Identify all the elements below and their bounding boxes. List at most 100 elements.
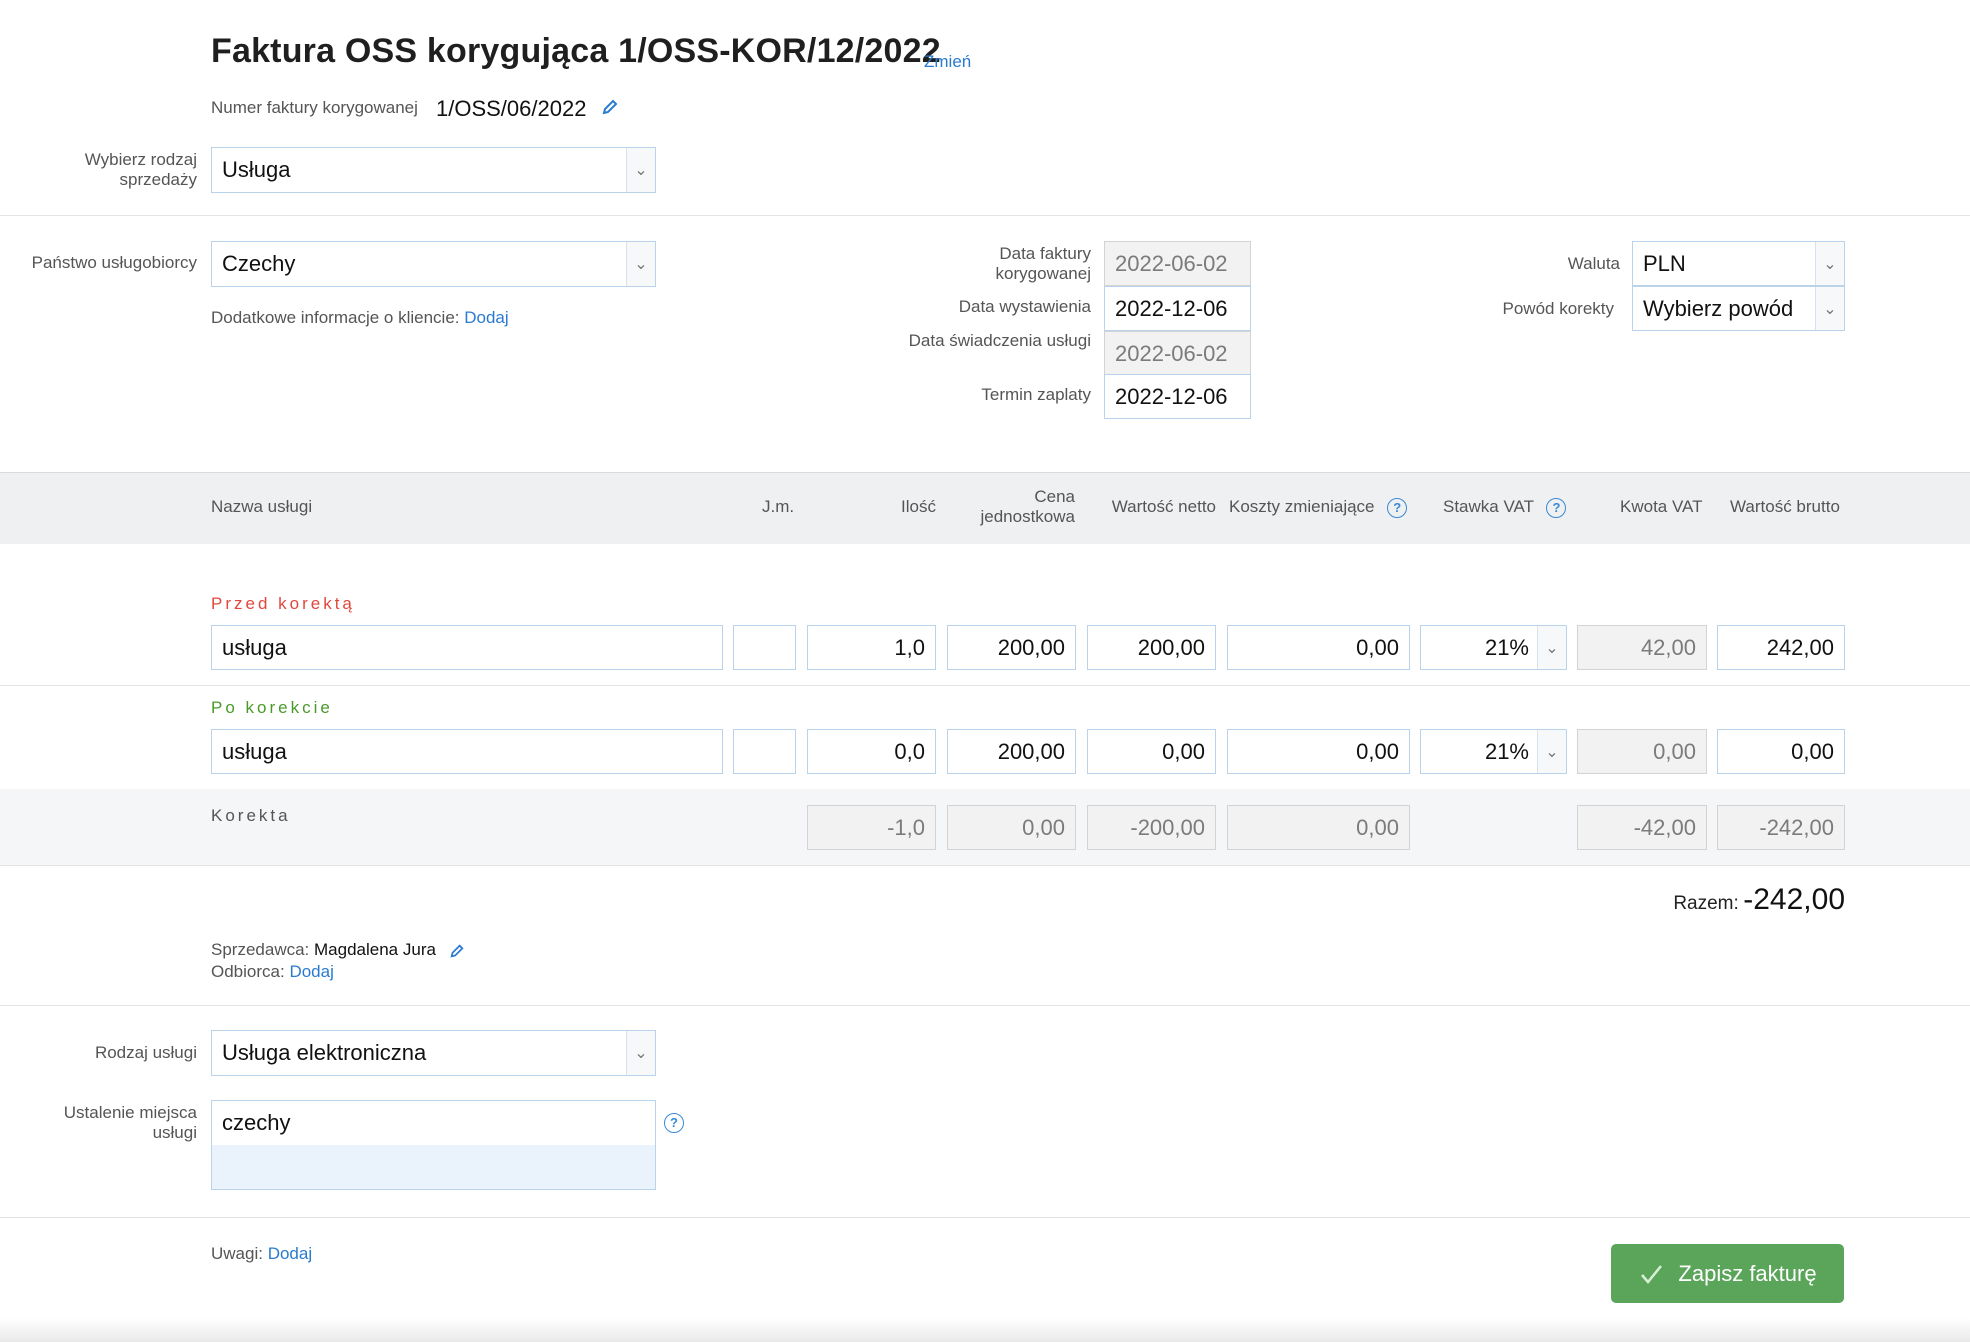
buyer-row: Odbiorca: Dodaj [211,962,334,982]
after-name-input[interactable]: usługa [211,729,723,774]
reason-label: Powód korekty [1502,299,1615,318]
after-vat-amount-field: 0,00 [1577,729,1707,774]
notes-label: Uwagi: [211,1244,263,1263]
before-gross-input[interactable]: 242,00 [1717,625,1845,670]
chevron-down-icon: ⌄ [626,1031,655,1075]
correction-qty-field: -1,0 [807,805,936,850]
before-name-input[interactable]: usługa [211,625,723,670]
help-icon[interactable]: ? [664,1113,684,1133]
correction-costs-field: 0,00 [1227,805,1410,850]
sale-type-label: Wybierz rodzaj sprzedaży [84,150,197,189]
sale-type-value: Usługa [222,157,291,182]
seller-value: Magdalena Jura [314,940,436,959]
currency-label: Waluta [1567,254,1620,273]
sale-type-select[interactable]: Usługa ⌄ [211,147,656,193]
col-name: Nazwa usługi [211,497,313,516]
col-vat-rate: Stawka VAT ? [1443,497,1567,518]
payment-term-input[interactable]: 2022-12-06 [1104,374,1251,419]
after-gross-input[interactable]: 0,00 [1717,729,1845,774]
before-vat-amount-field: 42,00 [1577,625,1707,670]
service-date-field: 2022-06-02 [1104,331,1251,376]
change-invoice-type-link[interactable]: Zmień [924,52,971,72]
divider [0,1005,1970,1006]
correction-net-field: -200,00 [1087,805,1216,850]
before-qty-input[interactable]: 1,0 [807,625,936,670]
extra-client-info-add-link[interactable]: Dodaj [464,308,508,327]
save-invoice-label: Zapisz fakturę [1678,1260,1817,1286]
before-vat-rate-value: 21% [1484,634,1529,660]
before-correction-label: Przed korektą [211,594,355,613]
extra-client-info-label: Dodatkowe informacje o kliencie: [211,308,460,327]
col-vat-amount: Kwota VAT [1620,497,1703,516]
after-vat-rate-select[interactable]: 21% ⌄ [1420,729,1567,774]
service-place-input[interactable]: czechy [211,1100,656,1146]
corrected-date-label: Data faktury korygowanej [995,244,1091,283]
after-unit-input[interactable] [733,729,796,774]
pencil-icon[interactable] [449,940,465,959]
help-icon[interactable]: ? [1387,497,1408,518]
service-type-value: Usługa elektroniczna [222,1040,427,1065]
before-costs-input[interactable]: 0,00 [1227,625,1410,670]
col-unit-price: Cena jednostkowa [980,487,1075,526]
client-country-value: Czechy [222,251,296,276]
corrected-invoice-label: Numer faktury korygowanej [211,98,418,117]
col-unit: J.m. [762,497,795,516]
col-net: Wartość netto [1111,497,1216,516]
col-qty: Ilość [901,497,936,516]
corrected-date-field: 2022-06-02 [1104,241,1251,286]
save-invoice-button[interactable]: Zapisz fakturę [1611,1244,1844,1303]
chevron-down-icon: ⌄ [1537,626,1566,669]
payment-term-label: Termin zaplaty [981,385,1091,404]
divider [0,865,1970,866]
total: Razem: -242,00 [1600,883,1845,917]
pencil-icon[interactable] [601,98,619,121]
after-unit-price-input[interactable]: 200,00 [947,729,1076,774]
col-costs-label: Koszty zmieniające [1229,497,1375,516]
currency-value: PLN [1643,250,1686,276]
seller-row: Sprzedawca: Magdalena Jura [211,940,465,960]
footer-shadow [0,1318,1970,1342]
col-gross: Wartość brutto [1730,497,1840,516]
notes-add-link[interactable]: Dodaj [268,1244,312,1263]
chevron-down-icon: ⌄ [1815,242,1844,285]
after-costs-input[interactable]: 0,00 [1227,729,1410,774]
client-country-select[interactable]: Czechy ⌄ [211,241,656,287]
before-vat-rate-select[interactable]: 21% ⌄ [1420,625,1567,670]
chevron-down-icon: ⌄ [1537,730,1566,773]
help-icon[interactable]: ? [1546,497,1567,518]
buyer-label: Odbiorca: [211,962,285,981]
corrected-invoice-number: 1/OSS/06/2022 [436,96,587,121]
chevron-down-icon: ⌄ [626,148,655,192]
issue-date-input[interactable]: 2022-12-06 [1104,286,1251,331]
issue-date-label: Data wystawienia [958,297,1091,316]
total-label: Razem: [1673,893,1739,914]
service-date-label: Data świadczenia usługi [908,331,1091,350]
after-net-input[interactable]: 0,00 [1087,729,1216,774]
before-unit-price-input[interactable]: 200,00 [947,625,1076,670]
currency-select[interactable]: PLN ⌄ [1632,241,1845,286]
page-title: Faktura OSS korygująca 1/OSS-KOR/12/2022 [211,32,941,70]
col-costs: Koszty zmieniające ? [1229,497,1408,518]
seller-label: Sprzedawca: [211,940,310,959]
correction-label: Korekta [211,806,291,825]
reason-select[interactable]: Wybierz powód ⌄ [1632,286,1845,331]
after-correction-label: Po korekcie [211,698,333,717]
service-place-label: Ustalenie miejsca usługi [63,1103,197,1142]
after-qty-input[interactable]: 0,0 [807,729,936,774]
correction-vat-amount-field: -42,00 [1577,805,1707,850]
divider [0,1217,1970,1218]
service-type-select[interactable]: Usługa elektroniczna ⌄ [211,1030,656,1076]
service-type-label: Rodzaj usługi [94,1043,197,1062]
autocomplete-dropdown[interactable] [211,1145,656,1190]
before-unit-input[interactable] [733,625,796,670]
divider [0,685,1970,686]
chevron-down-icon: ⌄ [1815,287,1844,330]
correction-unit-price-field: 0,00 [947,805,1076,850]
chevron-down-icon: ⌄ [626,242,655,286]
extra-client-info: Dodatkowe informacje o kliencie: Dodaj [211,308,509,328]
divider [0,215,1970,216]
before-net-input[interactable]: 200,00 [1087,625,1216,670]
buyer-add-link[interactable]: Dodaj [289,962,333,981]
notes-row: Uwagi: Dodaj [211,1244,312,1264]
correction-gross-field: -242,00 [1717,805,1845,850]
